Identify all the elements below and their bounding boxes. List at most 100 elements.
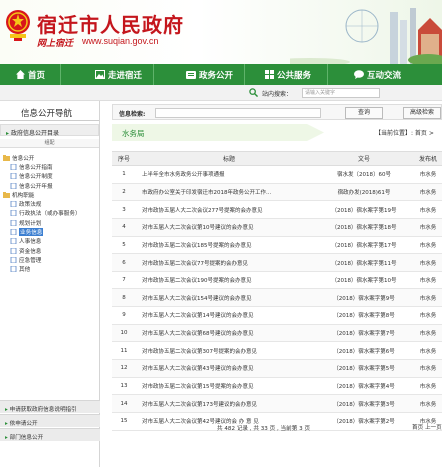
table-row[interactable]: 3 对市政协五届人大二次会议277号提案的会办意见 （2018）宿水案字第19号 市水… [112, 200, 442, 219]
cell-title[interactable]: 对市政协五届二次会议185号提案的会办意见 [136, 236, 322, 255]
tree-item-label: 信息公开年报 [19, 183, 53, 190]
site-title: 宿迁市人民政府 [37, 13, 184, 37]
table-row[interactable]: 11 对市政协五届二次会议第307号提案的会办意见 （2018）宿水案字第6号 市水务 [112, 341, 442, 361]
cell-index: 5 [112, 236, 136, 255]
breadcrumb[interactable]: 【当前位置】: 首页 > [375, 128, 434, 137]
table-row[interactable]: 8 对市五届人大二次会议154号建议的会办意见 （2018）宿水案字第9号 市水务 [112, 288, 442, 308]
doc-icon [10, 238, 17, 245]
cell-index: 12 [112, 359, 136, 378]
cell-doc-number: （2018）宿水案字第17号 [322, 236, 406, 255]
folder-icon [3, 154, 10, 161]
tree-item[interactable]: 信息公开 [3, 153, 99, 162]
sidebar-link-label: 依申请公开 [9, 421, 38, 427]
nav-item-government-affairs[interactable]: 政务公开 [154, 64, 244, 85]
tree-item[interactable]: 信息公开制度 [3, 172, 99, 181]
cell-title[interactable]: 对市五届人大二次会议第10号建议的会办意见 [136, 218, 322, 237]
sidebar-section-catalog[interactable]: ▸ 政府信息公开目录 [0, 124, 99, 137]
table-row[interactable]: 5 对市政协五届二次会议185号提案的会办意见 （2018）宿水案字第17号 市水务 [112, 236, 442, 255]
site-search-input[interactable]: 请输入关键字 [302, 88, 380, 98]
nav-item-interaction[interactable]: 互动交流 [328, 64, 442, 85]
nav-item-label: 首页 [28, 70, 46, 81]
cell-title[interactable]: 对市五届人大二次会议154号建议的会办意见 [136, 288, 322, 308]
tree-item[interactable]: 机构职能 [3, 190, 99, 199]
info-search-input[interactable] [155, 108, 321, 118]
cell-index: 1 [112, 165, 136, 184]
tree-item[interactable]: 规划计划 [3, 218, 99, 227]
cell-index: 3 [112, 200, 136, 219]
cell-title[interactable]: 对市五届人大二次会议第68号建议的会办意见 [136, 324, 322, 343]
cell-publisher: 市水务 [406, 253, 442, 272]
nav-item-about[interactable]: 走进宿迁 [61, 64, 153, 85]
table-row[interactable]: 1 上半年全市水务政务公开事项通报 宿水发〔2018〕60号 市水务 [112, 165, 442, 184]
cell-doc-number: （2018）宿水案字第19号 [322, 200, 406, 219]
table-row[interactable]: 10 对市五届人大二次会议第68号建议的会办意见 （2018）宿水案字第7号 市水务 [112, 324, 442, 343]
cell-title[interactable]: 对市五届人大二次会议第43号建议的会办意见 [136, 359, 322, 378]
site-search-bar: 站内搜索： 请输入关键字 [0, 85, 442, 101]
site-header: 宿迁市人民政府 网上宿迁 www.suqian.gov.cn [0, 0, 442, 64]
cell-index: 8 [112, 288, 136, 308]
cell-publisher: 市水务 [406, 341, 442, 361]
doc-icon [10, 201, 17, 208]
sidebar-link-department[interactable]: ▸ 部门信息公开 [0, 428, 100, 441]
column-header-publisher: 发布机 [406, 151, 442, 166]
sidebar-fold-toggle[interactable]: 组配 [0, 139, 99, 148]
advanced-search-button[interactable]: 高级检索 [403, 107, 441, 119]
table-row[interactable]: 2 市政府办公室关于印发宿迁市2018年政务公开工作... 宿政办发(2018)61… [112, 183, 442, 202]
cell-title[interactable]: 对市五届人大二次会议第173号建议的会办意见 [136, 394, 322, 413]
cell-title[interactable]: 对市政协五届人大二次会议277号提案的会办意见 [136, 200, 322, 219]
tree-item[interactable]: 资金信息 [3, 246, 99, 255]
nav-item-public-services[interactable]: 公共服务 [245, 64, 327, 85]
sidebar-link-on-request[interactable]: ▸ 依申请公开 [0, 414, 100, 427]
sidebar-section-label: 政府信息公开目录 [10, 130, 59, 137]
query-button[interactable]: 查询 [345, 107, 383, 119]
table-row[interactable]: 9 对市五届人大二次会议第14号建议的会办意见 （2018）宿水案字第8号 市水务 [112, 306, 442, 325]
tree-item[interactable]: 政策法规 [3, 199, 99, 208]
cell-title[interactable]: 对市五届人大二次会议第14号建议的会办意见 [136, 306, 322, 325]
cell-title[interactable]: 市政府办公室关于印发宿迁市2018年政务公开工作... [136, 183, 322, 202]
chevron-right-icon: ▸ [6, 130, 10, 137]
cell-title[interactable]: 对市政协五届二次会议第15号提案的会办意见 [136, 377, 322, 396]
cell-publisher: 市水务 [406, 306, 442, 325]
cell-doc-number: （2018）宿水案字第8号 [322, 306, 406, 325]
column-header-doc-number: 文号 [322, 151, 406, 166]
pagination-nav[interactable]: 首页 上一页 [412, 423, 442, 431]
table-row[interactable]: 12 对市五届人大二次会议第43号建议的会办意见 （2018）宿水案字第5号 市水务 [112, 359, 442, 378]
column-header-title: 标题 [136, 151, 322, 166]
sidebar-link-application-guide[interactable]: ▸ 申请获取政府信息说明指引 [0, 400, 100, 413]
table-row[interactable]: 13 对市政协五届二次会议第15号提案的会办意见 （2018）宿水案字第4号 市水务 [112, 377, 442, 396]
cell-publisher: 市水务 [406, 200, 442, 219]
tree-item[interactable]: 业务信息 [3, 227, 99, 237]
cell-title[interactable]: 对市政协五届二次会议第307号提案的会办意见 [136, 341, 322, 361]
table-row[interactable]: 7 对市政协五届二次会议190号提案的会办意见 （2018）宿水案字第10号 市水务 [112, 271, 442, 290]
cell-doc-number: （2018）宿水案字第3号 [322, 394, 406, 413]
tree-item[interactable]: 信息公开指南 [3, 162, 99, 171]
tree-item[interactable]: 行政执法（或办事服务） [3, 209, 99, 218]
folder-icon [3, 191, 10, 198]
table-row[interactable]: 14 对市五届人大二次会议第173号建议的会办意见 （2018）宿水案字第3号 市水务 [112, 394, 442, 413]
tree-item-label: 政策法规 [19, 202, 42, 209]
tree-item-label: 信息公开指南 [19, 164, 53, 171]
table-row[interactable]: 6 对市政协五届二次会议77号提案的会办意见 （2018）宿水案字第11号 市水务 [112, 253, 442, 272]
tree-item[interactable]: 应急管理 [3, 255, 99, 264]
cell-title[interactable]: 对市政协五届二次会议77号提案的会办意见 [136, 253, 322, 272]
cell-doc-number: 宿水发〔2018〕60号 [322, 165, 406, 184]
tree-item[interactable]: 信息公开年报 [3, 181, 99, 190]
cell-title[interactable]: 上半年全市水务政务公开事项通报 [136, 165, 322, 184]
cell-index: 14 [112, 394, 136, 413]
sidebar-title: 信息公开导航 [0, 101, 99, 121]
tree-item[interactable]: 人事信息 [3, 237, 99, 246]
grid-icon [265, 70, 274, 79]
document-table: 序号 标题 文号 发布机 1 上半年全市水务政务公开事项通报 宿水发〔2018〕60… [112, 151, 442, 431]
cell-index: 6 [112, 253, 136, 272]
tree-item[interactable]: 其他 [3, 265, 99, 274]
nav-item-home[interactable]: 首页 [0, 64, 60, 85]
table-row[interactable]: 4 对市五届人大二次会议第10号建议的会办意见 （2018）宿水案字第18号 市水务 [112, 218, 442, 237]
catalog-tree: 信息公开信息公开指南 信息公开制度信息公开年报 机构职能政策法规 行政执法（或办事服务… [0, 148, 99, 274]
cell-index: 4 [112, 218, 136, 237]
doc-icon [10, 266, 17, 273]
cell-publisher: 市水务 [406, 218, 442, 237]
search-icon[interactable] [249, 88, 258, 97]
tree-item-label: 规划计划 [19, 220, 42, 227]
cell-title[interactable]: 对市政协五届二次会议190号提案的会办意见 [136, 271, 322, 290]
cell-doc-number: （2018）宿水案字第10号 [322, 271, 406, 290]
